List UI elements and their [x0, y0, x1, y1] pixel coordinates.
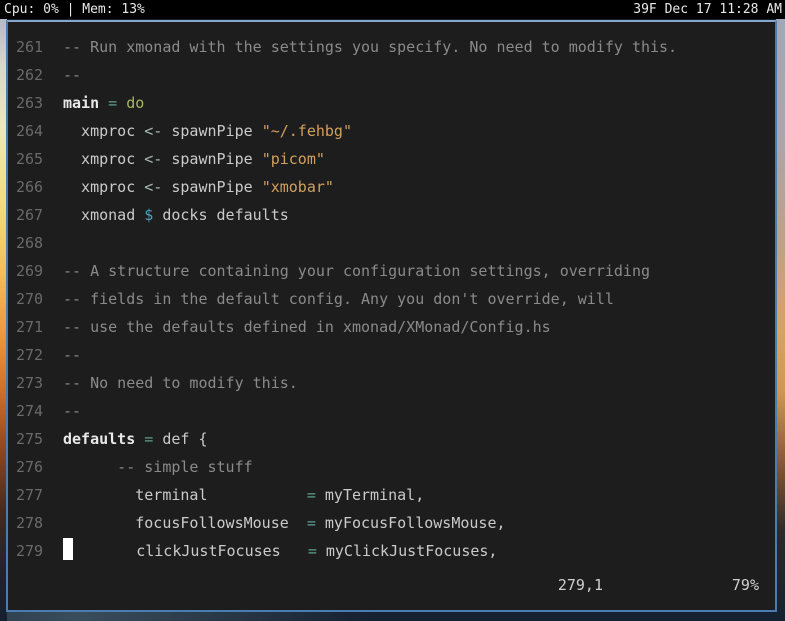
- code-line[interactable]: 265 xmproc <- spawnPipe "picom": [16, 145, 775, 173]
- vim-ruler-cursor-position: 279,1: [557, 576, 603, 594]
- code-text-fg: [117, 94, 126, 112]
- code-text-fg: [135, 430, 144, 448]
- text-cursor-block: [63, 538, 73, 560]
- line-number: 267: [16, 206, 44, 224]
- line-number: 270: [16, 290, 44, 308]
- line-number: 277: [16, 486, 44, 504]
- line-number: 271: [16, 318, 44, 336]
- code-text-dollar: $: [144, 206, 154, 224]
- code-line[interactable]: 277 terminal = myTerminal,: [16, 481, 775, 509]
- code-text-fg: clickJustFocuses: [73, 542, 308, 560]
- code-text-arrow: <-: [144, 122, 163, 140]
- code-text-comment: --: [63, 402, 82, 420]
- code-line[interactable]: 274 --: [16, 397, 775, 425]
- code-line[interactable]: 262 --: [16, 61, 775, 89]
- line-number: 273: [16, 374, 44, 392]
- code-text-fg: def {: [153, 430, 208, 448]
- code-text-operator: =: [307, 542, 317, 560]
- code-text-comment: -- fields in the default config. Any you…: [63, 290, 614, 308]
- line-number: 265: [16, 150, 44, 168]
- code-text-comment: --: [63, 346, 82, 364]
- line-number: 276: [16, 458, 44, 476]
- code-text-fg: xmproc: [63, 178, 145, 196]
- wallpaper-right-edge: [776, 19, 785, 621]
- code-text-fg: [99, 94, 108, 112]
- code-text-fg: myFocusFollowsMouse,: [315, 514, 506, 532]
- code-text-def: main: [63, 94, 100, 112]
- code-line[interactable]: 270 -- fields in the default config. Any …: [16, 285, 775, 313]
- line-number: 272: [16, 346, 44, 364]
- code-text-operator: =: [108, 94, 118, 112]
- line-number: 261: [16, 38, 44, 56]
- code-text-operator: =: [306, 514, 316, 532]
- code-text-fg: xmproc: [63, 122, 145, 140]
- code-text-fg: myTerminal,: [315, 486, 425, 504]
- code-text-def: defaults: [63, 430, 136, 448]
- code-text-arrow: <-: [144, 150, 163, 168]
- code-line[interactable]: 264 xmproc <- spawnPipe "~/.fehbg": [16, 117, 775, 145]
- code-text-fg: spawnPipe: [162, 178, 262, 196]
- code-text-comment: --: [63, 66, 82, 84]
- code-line[interactable]: 278 focusFollowsMouse = myFocusFollowsMo…: [16, 509, 775, 537]
- code-line[interactable]: 261 -- Run xmonad with the settings you s…: [16, 33, 775, 61]
- code-text-comment: -- Run xmonad with the settings you spec…: [63, 38, 678, 56]
- line-number: 263: [16, 94, 44, 112]
- code-text-fg: spawnPipe: [162, 122, 262, 140]
- code-text-fg: terminal: [63, 486, 307, 504]
- code-text-string: "picom": [261, 150, 325, 168]
- code-line[interactable]: 271 -- use the defaults defined in xmonad…: [16, 313, 775, 341]
- line-number: 279: [16, 542, 44, 560]
- code-text-string: "~/.fehbg": [261, 122, 352, 140]
- line-number: 266: [16, 178, 44, 196]
- line-number: 275: [16, 430, 44, 448]
- code-text-comment: -- A structure containing your configura…: [63, 262, 650, 280]
- code-line[interactable]: 272 --: [16, 341, 775, 369]
- code-text-comment: -- simple stuff: [63, 458, 253, 476]
- line-number: 268: [16, 234, 44, 252]
- vim-editor-buffer[interactable]: 261 -- Run xmonad with the settings you s…: [8, 22, 775, 565]
- code-line[interactable]: 273 -- No need to modify this.: [16, 369, 775, 397]
- line-number: 269: [16, 262, 44, 280]
- code-text-fg: docks defaults: [153, 206, 289, 224]
- line-number: 274: [16, 402, 44, 420]
- code-line[interactable]: 268: [16, 229, 775, 257]
- code-text-string: "xmobar": [261, 178, 334, 196]
- code-text-operator: =: [144, 430, 154, 448]
- code-text-fg: myClickJustFocuses,: [316, 542, 498, 560]
- code-line[interactable]: 263 main = do: [16, 89, 775, 117]
- code-text-operator: =: [306, 486, 316, 504]
- line-number: 262: [16, 66, 44, 84]
- terminal-window[interactable]: 261 -- Run xmonad with the settings you s…: [6, 20, 777, 612]
- line-number: 278: [16, 514, 44, 532]
- code-text-fg: xmproc: [63, 150, 145, 168]
- vim-ruler-scroll-percent: 79%: [731, 576, 759, 594]
- code-line[interactable]: 267 xmonad $ docks defaults: [16, 201, 775, 229]
- weather-date-clock: 39F Dec 17 11:28 AM: [633, 2, 782, 17]
- code-text-arrow: <-: [144, 178, 163, 196]
- code-line[interactable]: 279 clickJustFocuses = myClickJustFocuse…: [16, 537, 775, 565]
- code-text-fg: focusFollowsMouse: [63, 514, 307, 532]
- code-line[interactable]: 276 -- simple stuff: [16, 453, 775, 481]
- code-line[interactable]: 269 -- A structure containing your config…: [16, 257, 775, 285]
- code-text-keyword: do: [126, 94, 145, 112]
- code-text-fg: xmonad: [63, 206, 145, 224]
- code-line[interactable]: 266 xmproc <- spawnPipe "xmobar": [16, 173, 775, 201]
- code-line[interactable]: 275 defaults = def {: [16, 425, 775, 453]
- line-number: 264: [16, 122, 44, 140]
- code-text-comment: -- No need to modify this.: [63, 374, 298, 392]
- code-text-fg: spawnPipe: [162, 150, 262, 168]
- system-stats-cpu-mem: Cpu: 0% | Mem: 13%: [4, 2, 145, 17]
- xmobar-status-bar: Cpu: 0% | Mem: 13% 39F Dec 17 11:28 AM: [0, 0, 785, 19]
- code-text-comment: -- use the defaults defined in xmonad/XM…: [63, 318, 551, 336]
